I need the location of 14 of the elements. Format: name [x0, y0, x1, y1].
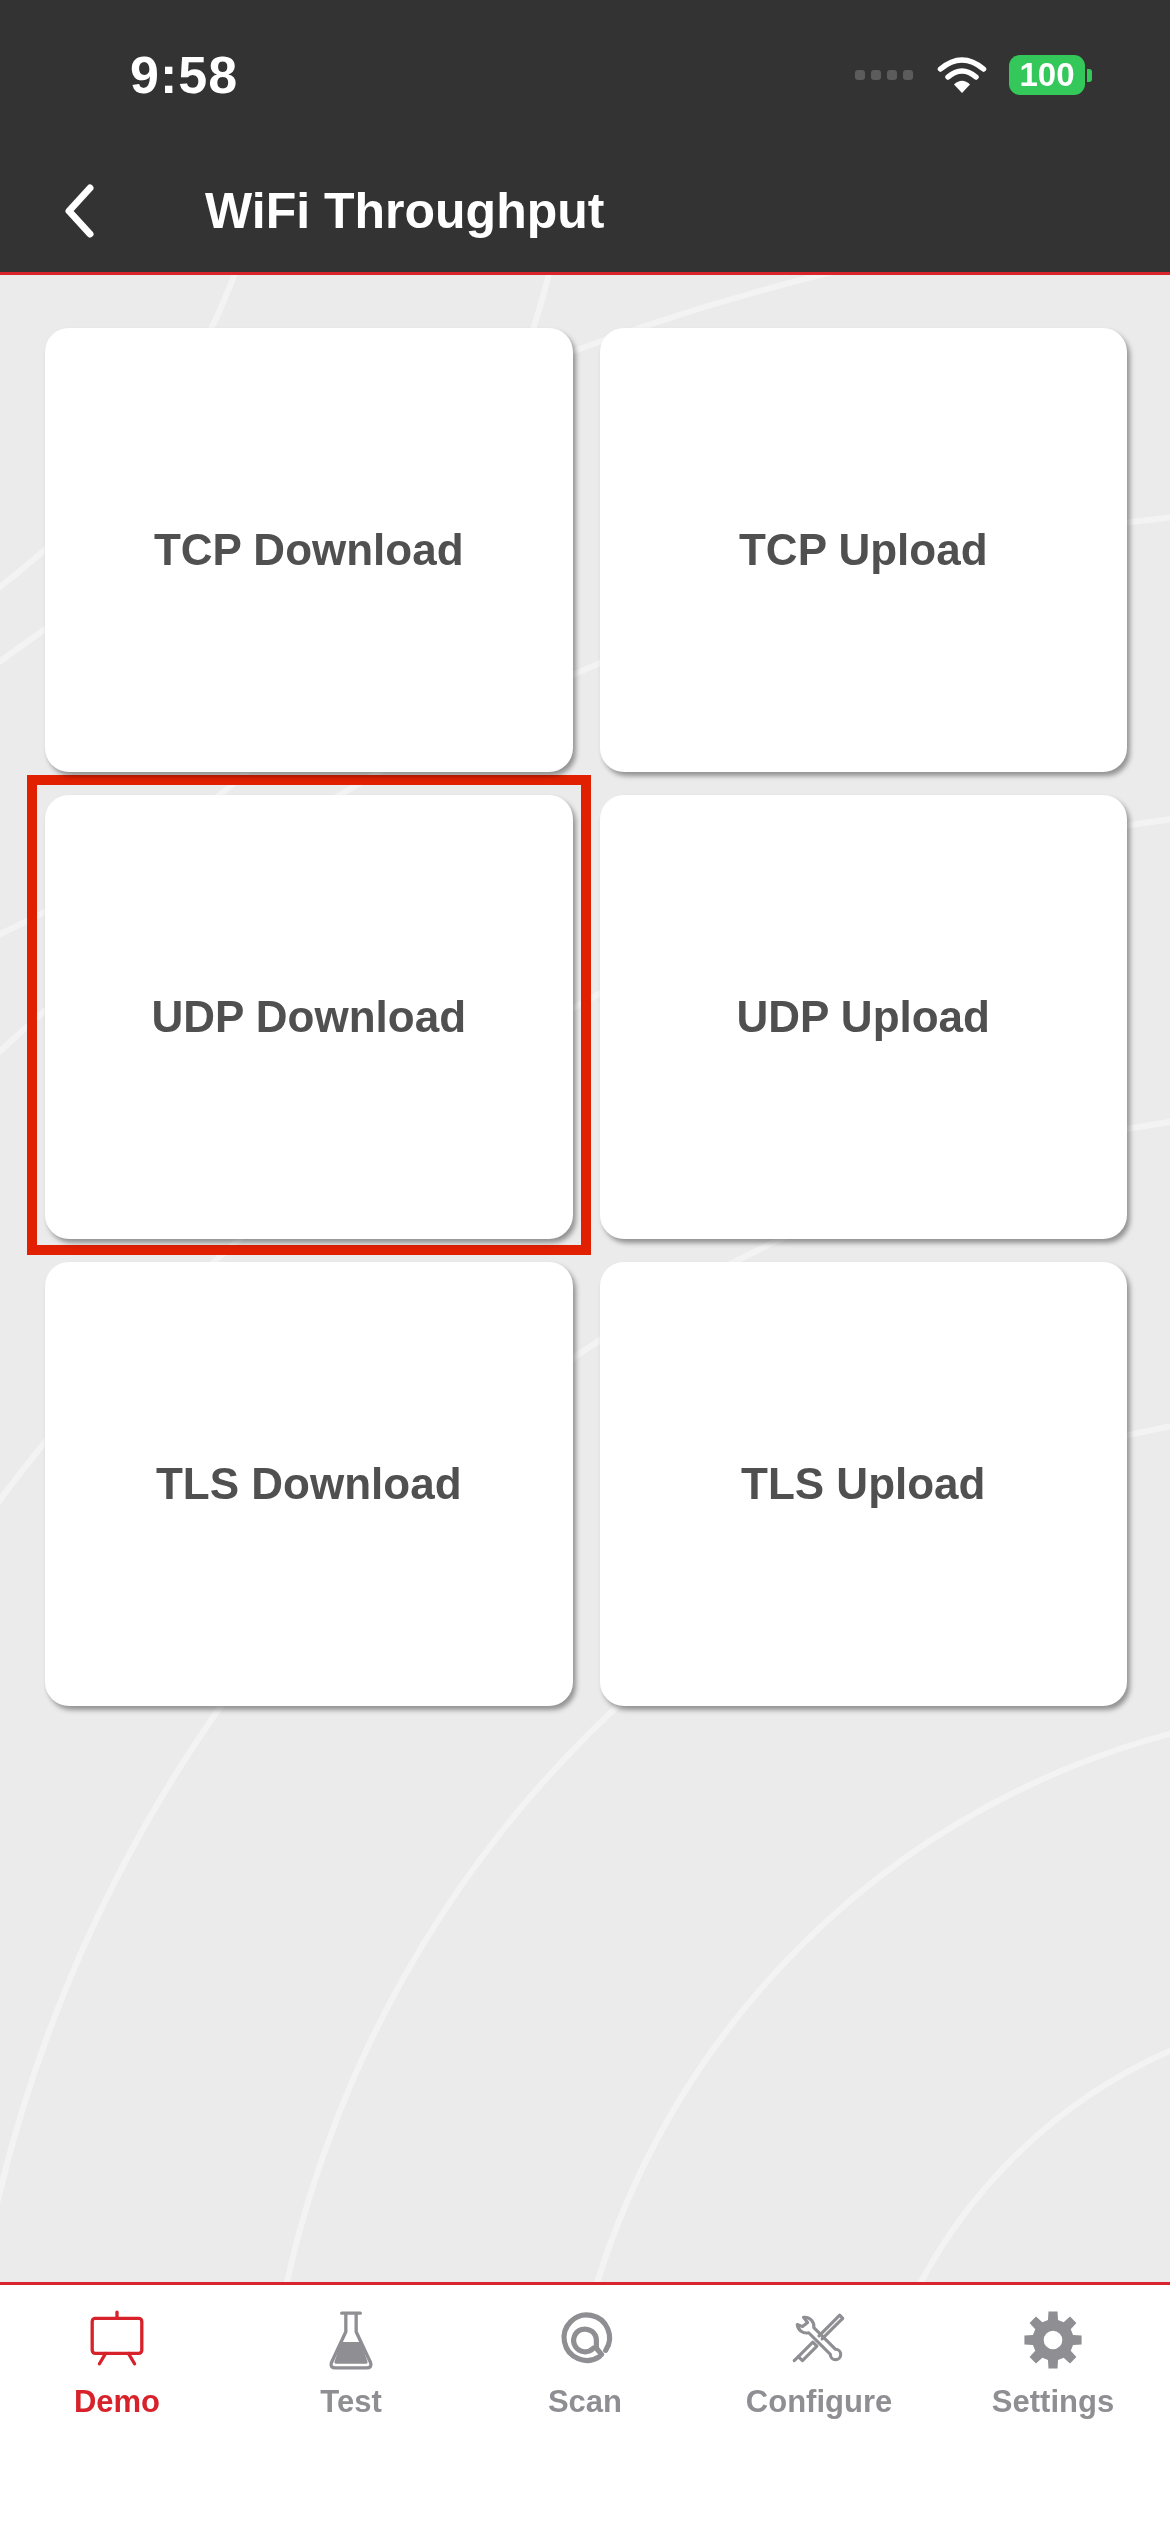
tab-item[interactable]: Demo	[0, 2309, 234, 2421]
battery-tip-icon	[1087, 68, 1092, 82]
test-card[interactable]: TCP Download	[45, 328, 573, 772]
test-card[interactable]: UDP Upload	[599, 795, 1127, 1239]
wifi-icon	[937, 56, 987, 94]
test-card[interactable]: TLS Download	[45, 1262, 573, 1706]
battery-percentage: 100	[1009, 55, 1085, 95]
test-card[interactable]: TLS Upload	[599, 1262, 1127, 1706]
signal-icon	[855, 69, 913, 81]
test-card[interactable]: UDP Download	[45, 795, 573, 1239]
test-card[interactable]: TCP Upload	[599, 328, 1127, 772]
settings-icon	[1022, 2309, 1084, 2371]
page-title: WiFi Throughput	[205, 183, 605, 239]
status-time: 9:58	[130, 49, 239, 101]
